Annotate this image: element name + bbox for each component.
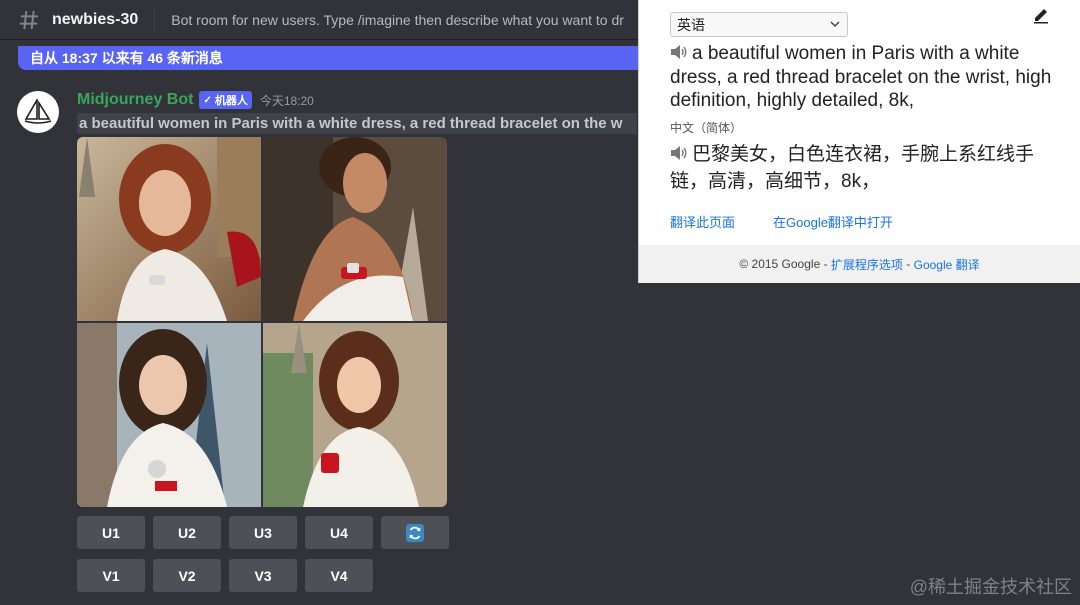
v1-button[interactable]: V1 <box>77 559 145 592</box>
v2-button[interactable]: V2 <box>153 559 221 592</box>
source-language-value: 英语 <box>677 16 705 33</box>
u4-button[interactable]: U4 <box>305 516 373 549</box>
extension-options-link[interactable]: 扩展程序选项 <box>831 256 903 273</box>
target-language-label: 中文（简体） <box>670 121 743 135</box>
generated-image-3[interactable] <box>77 323 261 507</box>
refresh-icon <box>406 523 424 542</box>
avatar[interactable] <box>17 91 59 133</box>
popup-links: 翻译此页面 在Google翻译中打开 <box>670 212 931 231</box>
u1-button[interactable]: U1 <box>77 516 145 549</box>
footer-copyright: © 2015 Google <box>739 257 821 271</box>
hash-icon <box>19 10 39 29</box>
source-language-select[interactable]: 英语 <box>670 12 848 37</box>
speaker-icon[interactable] <box>670 44 688 60</box>
footer-separator: - <box>820 257 831 271</box>
message-timestamp: 今天18:20 <box>259 93 314 108</box>
author-name[interactable]: Midjourney Bot <box>77 91 193 109</box>
google-translate-popup: 英语 a beautiful women in Paris with a whi… <box>638 0 1080 283</box>
source-text: a beautiful women in Paris with a white … <box>670 43 1052 111</box>
header-divider <box>154 7 156 32</box>
popup-footer: © 2015 Google - 扩展程序选项 - Google 翻译 <box>639 245 1080 283</box>
edit-pencil-icon[interactable] <box>1032 6 1050 24</box>
open-in-google-translate-link[interactable]: 在Google翻译中打开 <box>773 212 893 231</box>
generated-image-grid[interactable] <box>77 137 447 507</box>
v3-button[interactable]: V3 <box>229 559 297 592</box>
generated-image-1[interactable] <box>77 137 261 321</box>
chevron-down-icon <box>830 21 840 28</box>
u2-button[interactable]: U2 <box>153 516 221 549</box>
channel-topic[interactable]: Bot room for new users. Type /imagine th… <box>171 12 624 28</box>
translated-text: 巴黎美女，白色连衣裙，手腕上系红线手链，高清，高细节，8k， <box>670 144 1035 192</box>
generated-image-4[interactable] <box>263 323 447 507</box>
watermark: @稀土掘金技术社区 <box>909 577 1072 597</box>
bot-badge: ✓ 机器人 <box>199 91 252 109</box>
reroll-button[interactable] <box>381 516 449 549</box>
source-text-block: a beautiful women in Paris with a white … <box>670 42 1060 113</box>
bot-badge-label: 机器人 <box>214 95 248 107</box>
prompt-text: a beautiful women in Paris with a white … <box>77 113 637 134</box>
upscale-button-row: U1 U2 U3 U4 <box>77 516 449 549</box>
generated-image-2[interactable] <box>263 137 447 321</box>
google-translate-link[interactable]: Google 翻译 <box>914 256 980 273</box>
channel-name[interactable]: newbies-30 <box>52 11 138 29</box>
v4-button[interactable]: V4 <box>305 559 373 592</box>
check-icon: ✓ <box>203 94 212 106</box>
translate-page-link[interactable]: 翻译此页面 <box>670 212 735 231</box>
sailboat-icon <box>24 99 52 124</box>
translated-text-block: 巴黎美女，白色连衣裙，手腕上系红线手链，高清，高细节，8k， <box>670 141 1060 195</box>
message-header: Midjourney Bot ✓ 机器人 今天18:20 <box>77 91 314 109</box>
speaker-icon[interactable] <box>670 145 688 161</box>
variation-button-row: V1 V2 V3 V4 <box>77 559 373 592</box>
u3-button[interactable]: U3 <box>229 516 297 549</box>
footer-separator: - <box>902 257 914 271</box>
